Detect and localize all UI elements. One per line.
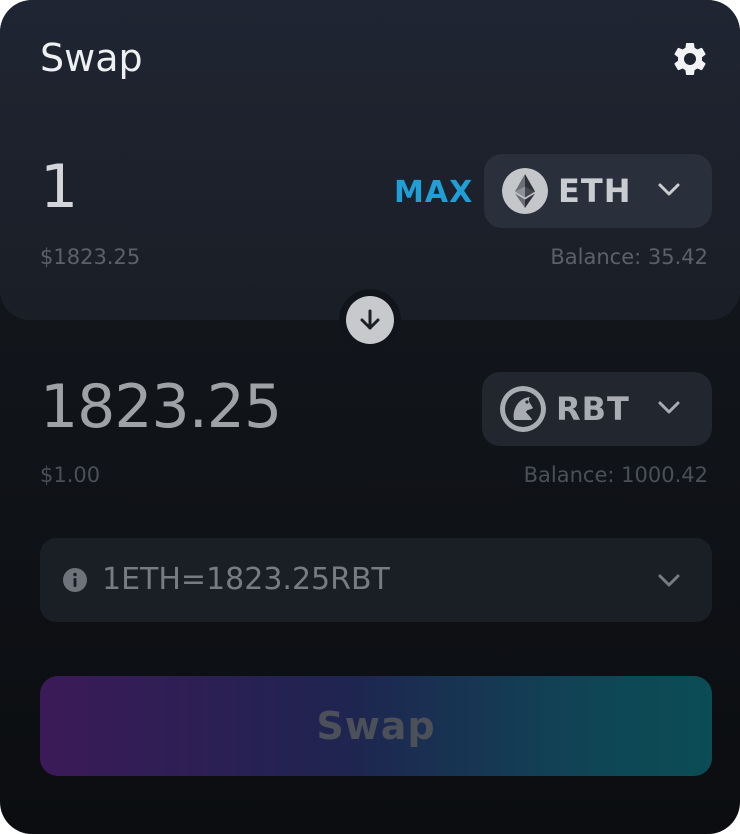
swap-button[interactable]: Swap bbox=[40, 676, 712, 776]
to-amount-input[interactable]: 1823.25 bbox=[40, 372, 282, 442]
rate-details-toggle[interactable]: 1ETH=1823.25RBT bbox=[40, 538, 712, 622]
swap-card: Swap 1 MAX ETH $1823.25 Balance: 35.42 1… bbox=[0, 0, 740, 834]
switch-direction-button[interactable] bbox=[339, 289, 401, 351]
from-usd-value: $1823.25 bbox=[40, 245, 141, 269]
chevron-down-icon bbox=[658, 183, 680, 196]
to-balance: Balance: 1000.42 bbox=[523, 463, 708, 487]
exchange-rate-text: 1ETH=1823.25RBT bbox=[102, 562, 390, 597]
page-title: Swap bbox=[40, 36, 143, 80]
arrow-down-icon bbox=[360, 309, 380, 330]
chevron-down-icon bbox=[658, 574, 680, 587]
from-token-select[interactable]: ETH bbox=[484, 154, 712, 228]
from-amount-input[interactable]: 1 bbox=[40, 152, 78, 222]
chevron-down-icon bbox=[658, 401, 680, 414]
to-token-symbol: RBT bbox=[556, 390, 630, 428]
to-token-select[interactable]: RBT bbox=[482, 372, 712, 446]
info-icon bbox=[63, 568, 87, 592]
from-token-symbol: ETH bbox=[558, 172, 632, 210]
from-balance: Balance: 35.42 bbox=[550, 245, 708, 269]
gear-icon[interactable] bbox=[670, 39, 710, 79]
max-button[interactable]: MAX bbox=[394, 175, 473, 210]
to-usd-value: $1.00 bbox=[40, 463, 101, 487]
ethereum-icon bbox=[502, 168, 548, 214]
rbt-token-icon bbox=[500, 386, 546, 432]
